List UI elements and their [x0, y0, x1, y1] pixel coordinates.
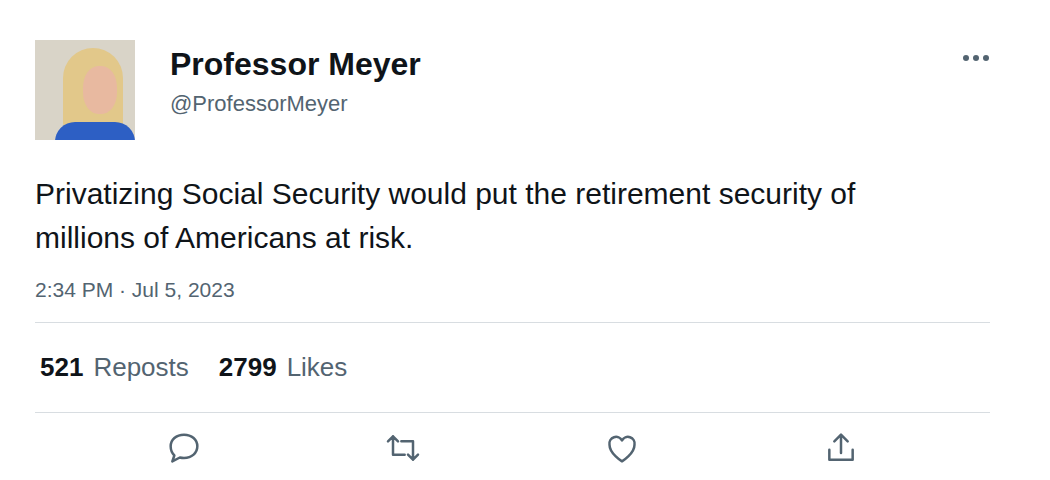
more-options-icon[interactable]: [962, 54, 990, 62]
tweet-header: Professor Meyer @ProfessorMeyer: [35, 40, 990, 140]
action-bar: [35, 413, 990, 480]
like-icon[interactable]: [602, 428, 642, 468]
tweet-timestamp[interactable]: 2:34 PM · Jul 5, 2023: [35, 276, 990, 323]
stat-label: Likes: [287, 352, 348, 383]
author-handle[interactable]: @ProfessorMeyer: [170, 89, 927, 119]
tweet-text: Privatizing Social Security would put th…: [35, 172, 885, 260]
stat-item[interactable]: 521 Reposts: [40, 352, 189, 383]
stat-count: 2799: [219, 352, 277, 383]
stats-bar: 521 Reposts 2799 Likes: [35, 323, 990, 413]
share-icon[interactable]: [821, 428, 861, 468]
author-name[interactable]: Professor Meyer: [170, 43, 927, 85]
avatar-photo[interactable]: [35, 40, 135, 140]
reply-icon[interactable]: [164, 428, 204, 468]
stat-count: 521: [40, 352, 83, 383]
author-info: Professor Meyer @ProfessorMeyer: [170, 40, 927, 119]
repost-icon[interactable]: [383, 428, 423, 468]
tweet-card: Professor Meyer @ProfessorMeyer Privatizin…: [0, 0, 1050, 480]
stat-label: Reposts: [93, 352, 188, 383]
stat-item[interactable]: 2799 Likes: [219, 352, 348, 383]
